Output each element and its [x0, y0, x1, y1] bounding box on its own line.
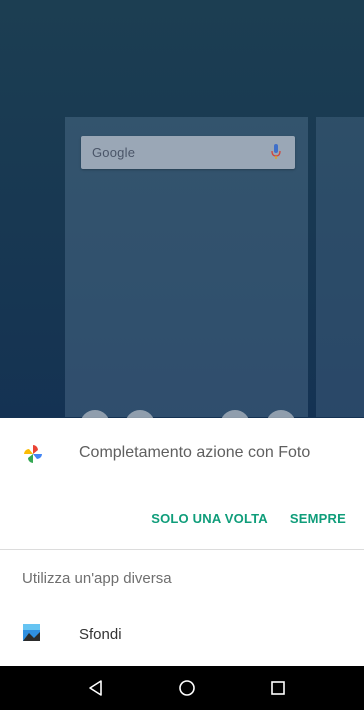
chooser-header: Completamento azione con Foto [0, 418, 364, 488]
home-circle-icon[interactable] [177, 678, 197, 698]
mic-icon [271, 144, 281, 161]
chooser-title: Completamento azione con Foto [79, 444, 311, 461]
app-chooser-sheet: Completamento azione con Foto SOLO UNA V… [0, 418, 364, 666]
home-preview-page-next [316, 117, 364, 417]
recents-square-icon[interactable] [268, 678, 288, 698]
app-option-label: Sfondi [79, 626, 122, 643]
chooser-actions: SOLO UNA VOLTA SEMPRE [151, 511, 346, 526]
wallpaper-app-icon [23, 623, 41, 643]
back-triangle-icon[interactable] [86, 678, 106, 698]
google-logo: Google [92, 145, 136, 160]
app-option-sfondi[interactable]: Sfondi [0, 613, 364, 659]
screen: Google Completamento azione con Foto SOL… [0, 0, 364, 710]
always-button[interactable]: SEMPRE [290, 511, 346, 526]
divider [0, 549, 364, 550]
photos-pinwheel-icon [23, 444, 43, 464]
navigation-bar [0, 666, 364, 710]
google-search-bar: Google [81, 136, 295, 169]
use-different-app-label: Utilizza un'app diversa [22, 570, 172, 587]
just-once-button[interactable]: SOLO UNA VOLTA [151, 511, 268, 526]
